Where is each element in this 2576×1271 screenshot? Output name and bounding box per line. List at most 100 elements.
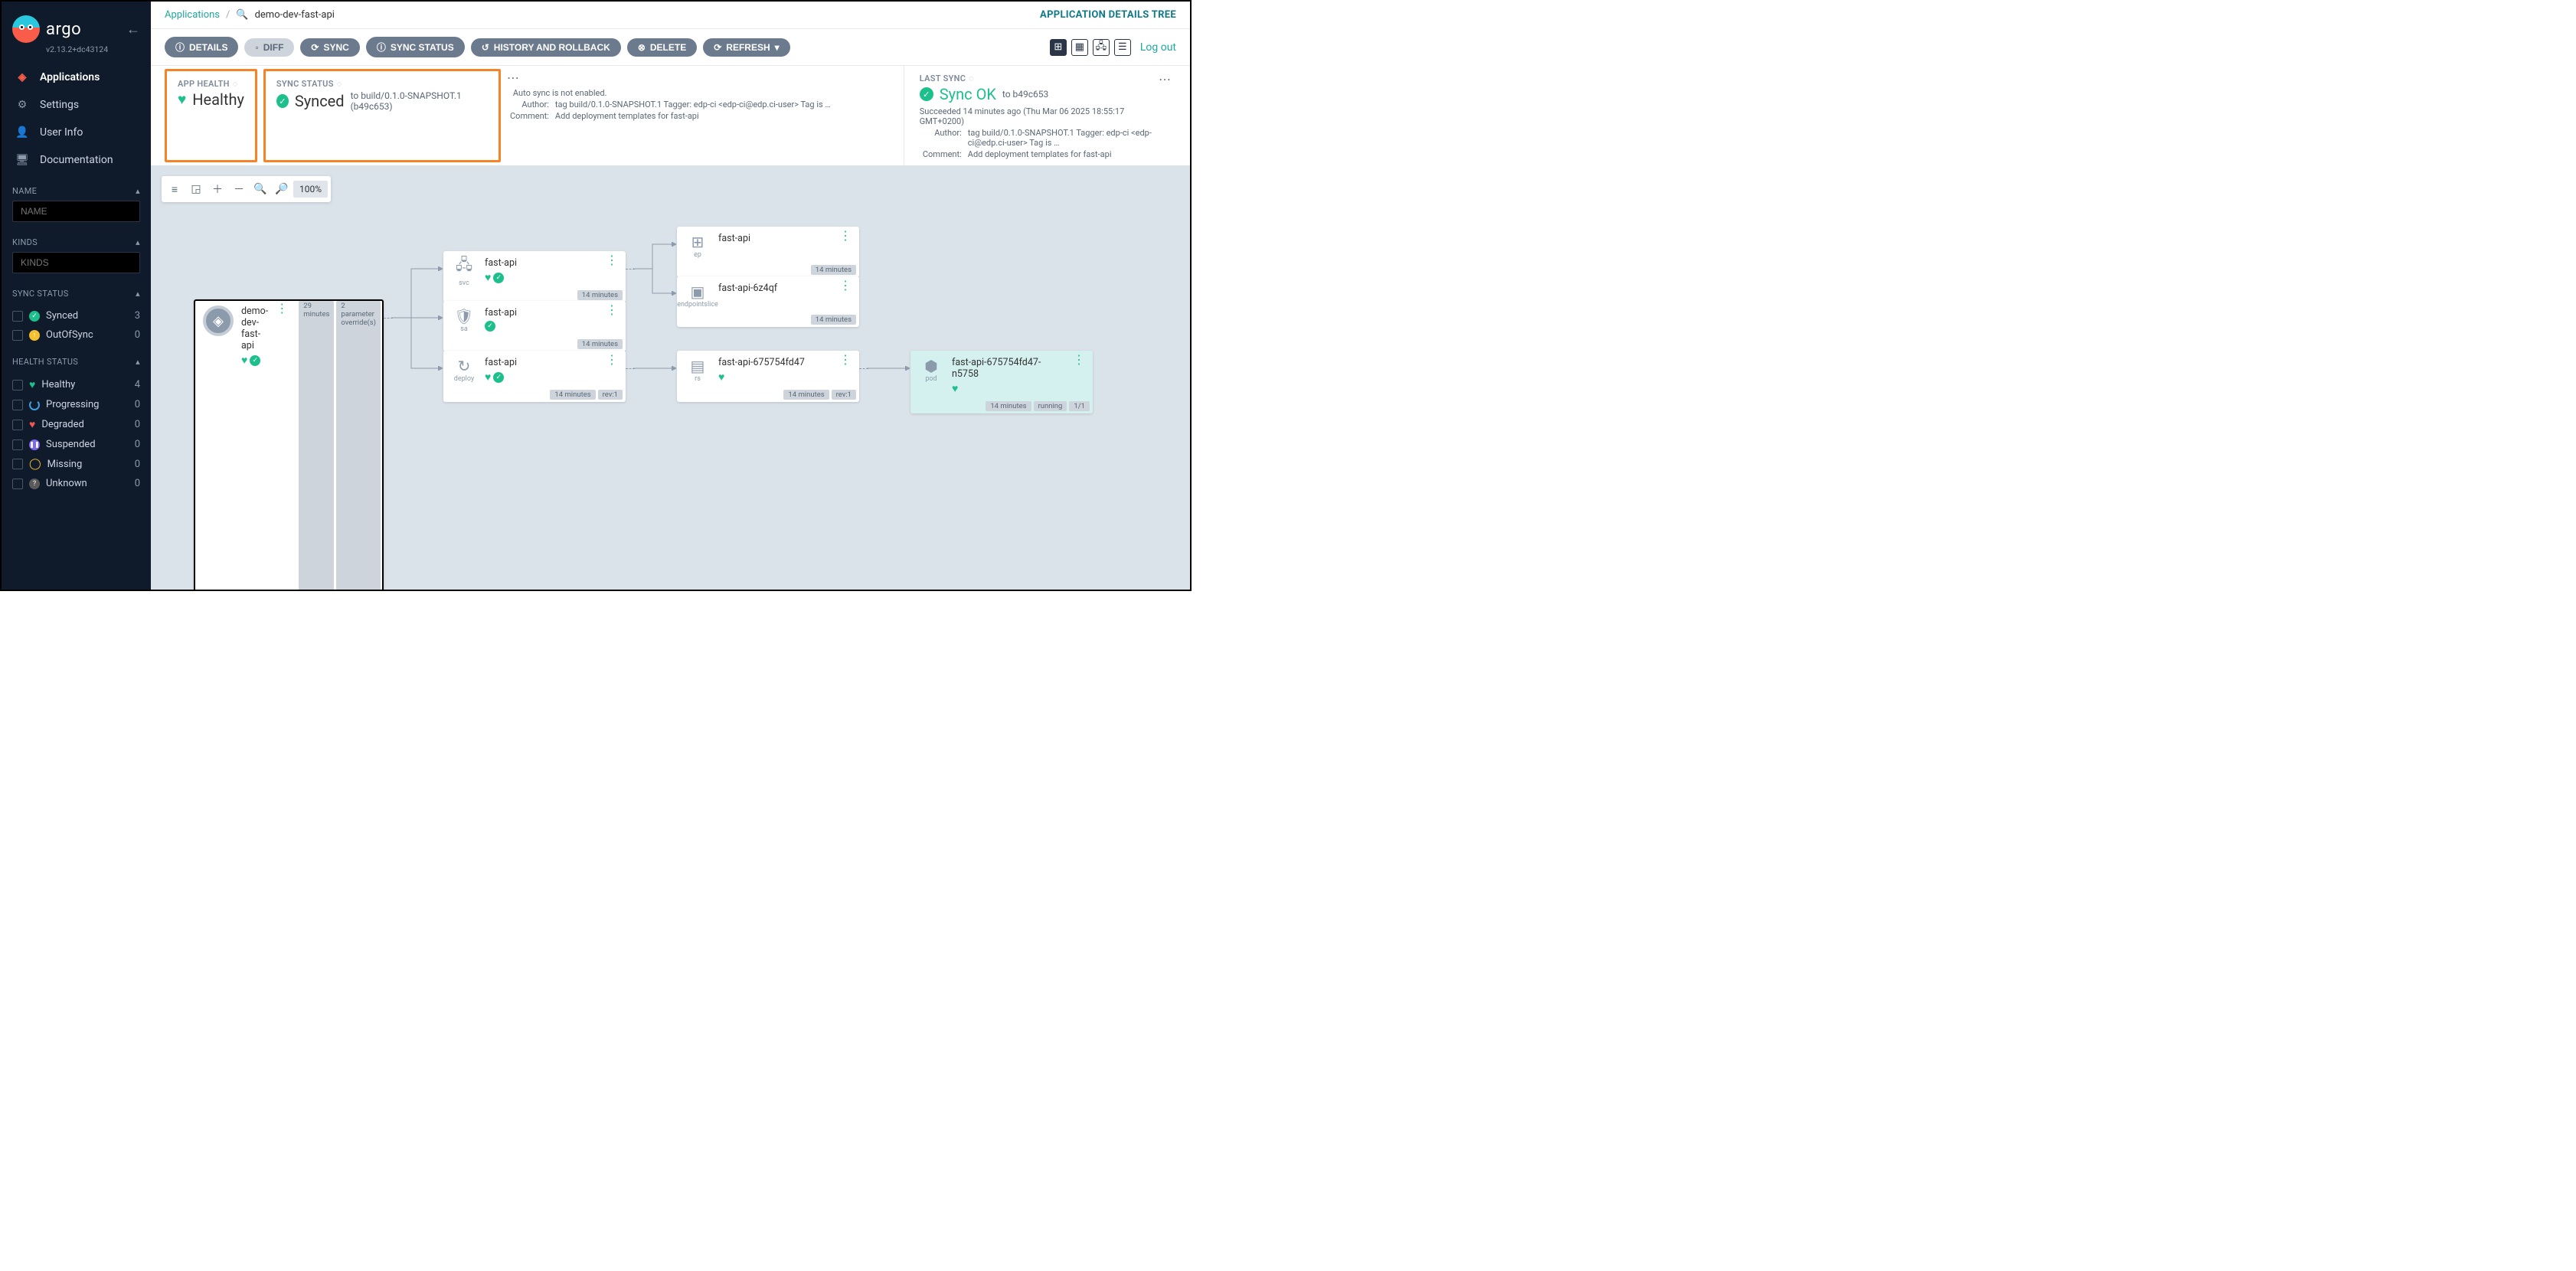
sync-button[interactable]: ⟳SYNC bbox=[300, 38, 359, 57]
broken-heart-icon: ♥ bbox=[29, 418, 35, 431]
filter-synced[interactable]: ✓ Synced 3 bbox=[2, 306, 151, 325]
node-menu-icon[interactable]: ⋮ bbox=[606, 357, 618, 361]
node-menu-icon[interactable]: ⋮ bbox=[839, 283, 852, 286]
view-tree-icon[interactable]: ⊞ bbox=[1050, 39, 1067, 56]
checkbox[interactable] bbox=[12, 439, 23, 450]
brand-name: argo bbox=[46, 20, 81, 39]
zoom-out-icon[interactable]: 🔎 bbox=[272, 179, 292, 199]
node-serviceaccount[interactable]: 🛡sa fast-api✓ ⋮ 14 minutes bbox=[443, 301, 626, 351]
heart-icon: ♥ bbox=[718, 371, 724, 384]
endpoints-icon: ⊞ bbox=[691, 233, 704, 251]
checkbox[interactable] bbox=[12, 479, 23, 489]
user-shield-icon: 🛡 bbox=[454, 307, 473, 325]
filter-healthy[interactable]: ♥Healthy4 bbox=[2, 374, 151, 395]
checkbox[interactable] bbox=[12, 330, 23, 341]
checkbox[interactable] bbox=[12, 400, 23, 410]
node-menu-icon[interactable]: ⋮ bbox=[1073, 357, 1085, 361]
filter-suspended[interactable]: ❚❚Suspended0 bbox=[2, 435, 151, 454]
heart-icon: ♥ bbox=[485, 271, 491, 284]
filter-name-input[interactable] bbox=[12, 201, 140, 222]
synced-icon: ✓ bbox=[29, 311, 40, 322]
filter-missing[interactable]: ◯Missing0 bbox=[2, 454, 151, 474]
breadcrumb-root[interactable]: Applications bbox=[165, 9, 220, 21]
filter-kinds-input[interactable] bbox=[12, 252, 140, 273]
sidebar: argo ← v2.13.2+dc43124 ◈ Applications ⚙ … bbox=[2, 2, 151, 590]
node-menu-icon[interactable]: ⋮ bbox=[839, 357, 852, 361]
node-endpointslice[interactable]: ▣endpointslice fast-api-6z4qf ⋮ 14 minut… bbox=[677, 276, 859, 327]
node-endpoints[interactable]: ⊞ep fast-api ⋮ 14 minutes bbox=[677, 227, 859, 277]
minus-icon[interactable]: － bbox=[229, 179, 249, 199]
node-menu-icon[interactable]: ⋮ bbox=[606, 307, 618, 311]
sync-status-button[interactable]: ⓘSYNC STATUS bbox=[366, 37, 465, 57]
checkbox[interactable] bbox=[12, 459, 23, 469]
more-menu-icon[interactable]: ⋯ bbox=[507, 70, 520, 85]
filter-unknown[interactable]: ?Unknown0 bbox=[2, 474, 151, 493]
filter-progressing[interactable]: Progressing0 bbox=[2, 395, 151, 414]
chevron-up-icon[interactable]: ▴ bbox=[136, 237, 140, 247]
resource-tree-canvas[interactable]: ≡ ◲ ＋ － 🔍 🔎 100% bbox=[151, 165, 1190, 590]
app-health-card: APP HEALTH◌ ♥Healthy bbox=[165, 69, 257, 162]
zoom-in-icon[interactable]: 🔍 bbox=[250, 179, 270, 199]
chevron-up-icon[interactable]: ▴ bbox=[136, 186, 140, 196]
filter-degraded[interactable]: ♥Degraded0 bbox=[2, 414, 151, 435]
last-sync-time: Succeeded 14 minutes ago (Thu Mar 06 202… bbox=[920, 106, 1165, 126]
node-menu-icon[interactable]: ⋮ bbox=[276, 305, 288, 309]
details-button[interactable]: ⓘDETAILS bbox=[165, 37, 238, 57]
fit-icon[interactable]: ◲ bbox=[186, 179, 206, 199]
checkbox[interactable] bbox=[12, 380, 23, 390]
search-icon: 🔍 bbox=[236, 9, 248, 21]
node-pod[interactable]: ⬢pod fast-api-675754fd47-n5758♥ ⋮ 14 min… bbox=[910, 351, 1093, 413]
synced-icon: ✓ bbox=[493, 372, 504, 383]
nav-user-info[interactable]: 👤 User Info bbox=[2, 119, 151, 146]
nav-applications[interactable]: ◈ Applications bbox=[2, 64, 151, 91]
filter-out-of-sync[interactable]: ↑ OutOfSync 0 bbox=[2, 325, 151, 345]
zoom-percent: 100% bbox=[293, 181, 328, 198]
view-list-icon[interactable]: ☰ bbox=[1114, 39, 1131, 56]
layers-icon: ◈ bbox=[15, 71, 29, 83]
ok-icon: ✓ bbox=[920, 87, 933, 101]
info-icon: ⓘ bbox=[175, 41, 185, 54]
main-area: Applications / 🔍 demo-dev-fast-api APPLI… bbox=[151, 2, 1190, 590]
heart-icon: ♥ bbox=[29, 378, 35, 391]
nav-settings[interactable]: ⚙ Settings bbox=[2, 91, 151, 119]
view-pods-icon[interactable]: ▦ bbox=[1071, 39, 1088, 56]
synced-icon: ✓ bbox=[276, 94, 289, 108]
heart-icon: ♥ bbox=[485, 371, 491, 384]
view-network-icon[interactable]: 🖧 bbox=[1093, 39, 1110, 56]
history-rollback-button[interactable]: ↺HISTORY AND ROLLBACK bbox=[471, 38, 621, 57]
heart-icon: ♥ bbox=[178, 90, 186, 109]
chevron-down-icon: ▾ bbox=[775, 42, 780, 53]
refresh-button[interactable]: ⟳REFRESH ▾ bbox=[703, 38, 789, 57]
zoom-toolbar: ≡ ◲ ＋ － 🔍 🔎 100% bbox=[162, 176, 331, 202]
refresh-icon: ⟳ bbox=[714, 42, 721, 53]
node-deployment[interactable]: ↻deploy fast-api♥✓ ⋮ 14 minutesrev:1 bbox=[443, 351, 626, 402]
sync-target: to build/0.1.0-SNAPSHOT.1 (b49c653) bbox=[351, 90, 488, 112]
checkbox[interactable] bbox=[12, 420, 23, 430]
more-menu-icon[interactable]: ⋯ bbox=[1159, 72, 1172, 87]
node-menu-icon[interactable]: ⋮ bbox=[606, 257, 618, 261]
chevron-up-icon[interactable]: ▴ bbox=[136, 289, 140, 299]
delete-button[interactable]: ⊗DELETE bbox=[627, 38, 697, 57]
align-icon[interactable]: ≡ bbox=[165, 179, 185, 199]
checkbox[interactable] bbox=[12, 311, 23, 322]
node-menu-icon[interactable]: ⋮ bbox=[839, 233, 852, 237]
synced-icon: ✓ bbox=[493, 273, 504, 283]
node-application[interactable]: ◈ demo-dev-fast-api ♥✓ ⋮ 29 minutes2 par… bbox=[194, 299, 384, 590]
chevron-up-icon[interactable]: ▴ bbox=[136, 357, 140, 367]
nav-documentation[interactable]: 🖥 Documentation bbox=[2, 146, 151, 174]
node-replicaset[interactable]: ▤rs fast-api-675754fd47♥ ⋮ 14 minutesrev… bbox=[677, 351, 859, 402]
page-title: APPLICATION DETAILS TREE bbox=[1040, 9, 1176, 21]
autosync-note: Auto sync is not enabled. bbox=[513, 88, 831, 98]
plus-icon[interactable]: ＋ bbox=[208, 179, 227, 199]
pod-icon: ⬢ bbox=[924, 357, 937, 375]
breadcrumb-current: demo-dev-fast-api bbox=[255, 9, 335, 21]
info-icon: ⓘ bbox=[377, 41, 386, 54]
collapse-sidebar-icon[interactable]: ← bbox=[126, 21, 140, 38]
node-service[interactable]: 🖧svc fast-api♥✓ ⋮ 14 minutes bbox=[443, 251, 626, 302]
logout-link[interactable]: Log out bbox=[1140, 41, 1176, 54]
last-sync-value: Sync OK bbox=[940, 85, 996, 103]
user-icon: 👤 bbox=[15, 126, 29, 139]
ghost-icon: ◯ bbox=[29, 458, 41, 470]
diff-button[interactable]: ▫DIFF bbox=[244, 38, 294, 57]
history-icon: ↺ bbox=[482, 42, 489, 53]
